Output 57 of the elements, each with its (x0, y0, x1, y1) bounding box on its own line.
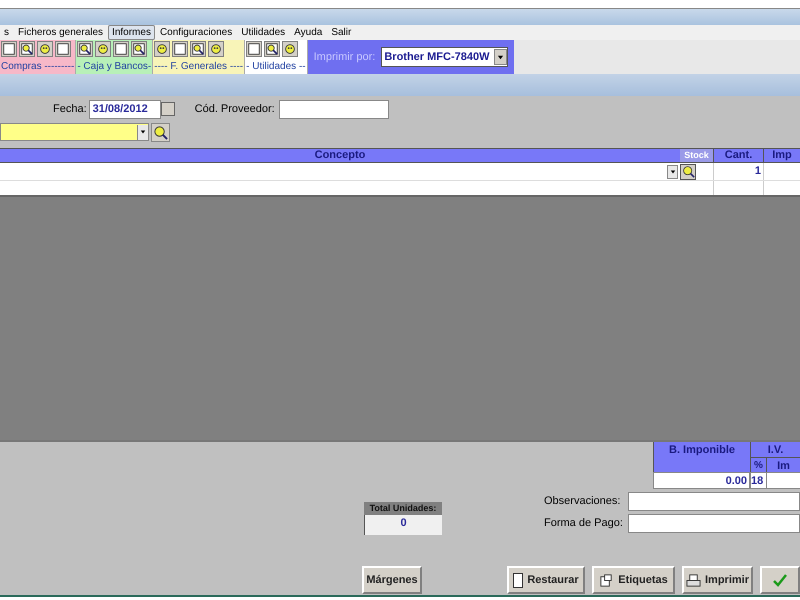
action-button[interactable]: Etiquetas (592, 566, 675, 594)
units-label: Total Unidades: (364, 502, 442, 515)
group-label: - Caja y Bancos- (77, 61, 152, 73)
menu-item[interactable]: Utilidades (237, 25, 290, 40)
column-header: I.V. (750, 442, 800, 457)
page-icon (513, 572, 524, 588)
search-icon[interactable] (264, 41, 280, 57)
group-label: - Utilidades -- (246, 61, 306, 73)
menu-item[interactable]: Informes (108, 25, 155, 40)
menu-item[interactable]: Configuraciones (156, 25, 236, 40)
smiley-icon[interactable] (37, 41, 53, 57)
printer-label: Imprimir por: (314, 50, 376, 65)
column-header: Stock (680, 149, 713, 162)
smiley-icon[interactable] (282, 41, 298, 57)
menu-item[interactable]: Ficheros generales (14, 25, 108, 40)
action-button[interactable]: Márgenes (362, 566, 422, 594)
document-icon[interactable] (246, 41, 262, 57)
accept-button[interactable] (760, 566, 800, 594)
menu-item[interactable]: Ayuda (290, 25, 326, 40)
document-icon[interactable] (172, 41, 188, 57)
supplier-label: Cód. Proveedor: (194, 102, 275, 117)
smiley-icon[interactable] (208, 41, 224, 57)
action-button[interactable]: Imprimir (682, 566, 753, 594)
group-label: Compras --------- (1, 61, 74, 73)
menu-item[interactable]: Salir (327, 25, 356, 40)
notes-field[interactable] (628, 492, 800, 511)
document-icon[interactable] (113, 41, 130, 57)
column-header: Imp (763, 149, 800, 162)
labels-icon (599, 572, 614, 588)
search-icon[interactable] (19, 41, 35, 57)
supplier-field[interactable] (278, 100, 389, 118)
check-icon (772, 572, 788, 588)
column-header: B. Imponible (653, 442, 750, 472)
group-label: ---- F. Generales ---- (154, 61, 244, 73)
notes-label: Observaciones: (544, 494, 622, 510)
action-button[interactable]: Restaurar (507, 566, 585, 594)
menu-item[interactable]: s (0, 25, 13, 40)
printer-select[interactable]: Brother MFC-7840W (381, 47, 508, 67)
payment-label: Forma de Pago: (544, 516, 624, 532)
units-value: 0 (364, 515, 442, 535)
search-icon[interactable] (190, 41, 206, 57)
search-icon[interactable] (77, 41, 94, 57)
smiley-icon[interactable] (95, 41, 112, 57)
smiley-icon[interactable] (154, 41, 170, 57)
search-icon[interactable] (151, 122, 170, 142)
date-field[interactable]: 31/08/2012 (88, 100, 161, 118)
table-cell: 18 (750, 473, 766, 488)
date-label: Fecha: (53, 102, 87, 117)
printer-icon (686, 572, 701, 588)
document-icon[interactable] (1, 41, 17, 57)
column-header: Concepto (314, 149, 366, 162)
table-cell: 0.00 (653, 472, 750, 489)
search-icon[interactable] (131, 41, 148, 57)
search-icon[interactable] (680, 164, 696, 180)
column-header: Cant. (713, 149, 763, 162)
document-icon[interactable] (55, 41, 71, 57)
payment-field[interactable] (628, 514, 800, 533)
